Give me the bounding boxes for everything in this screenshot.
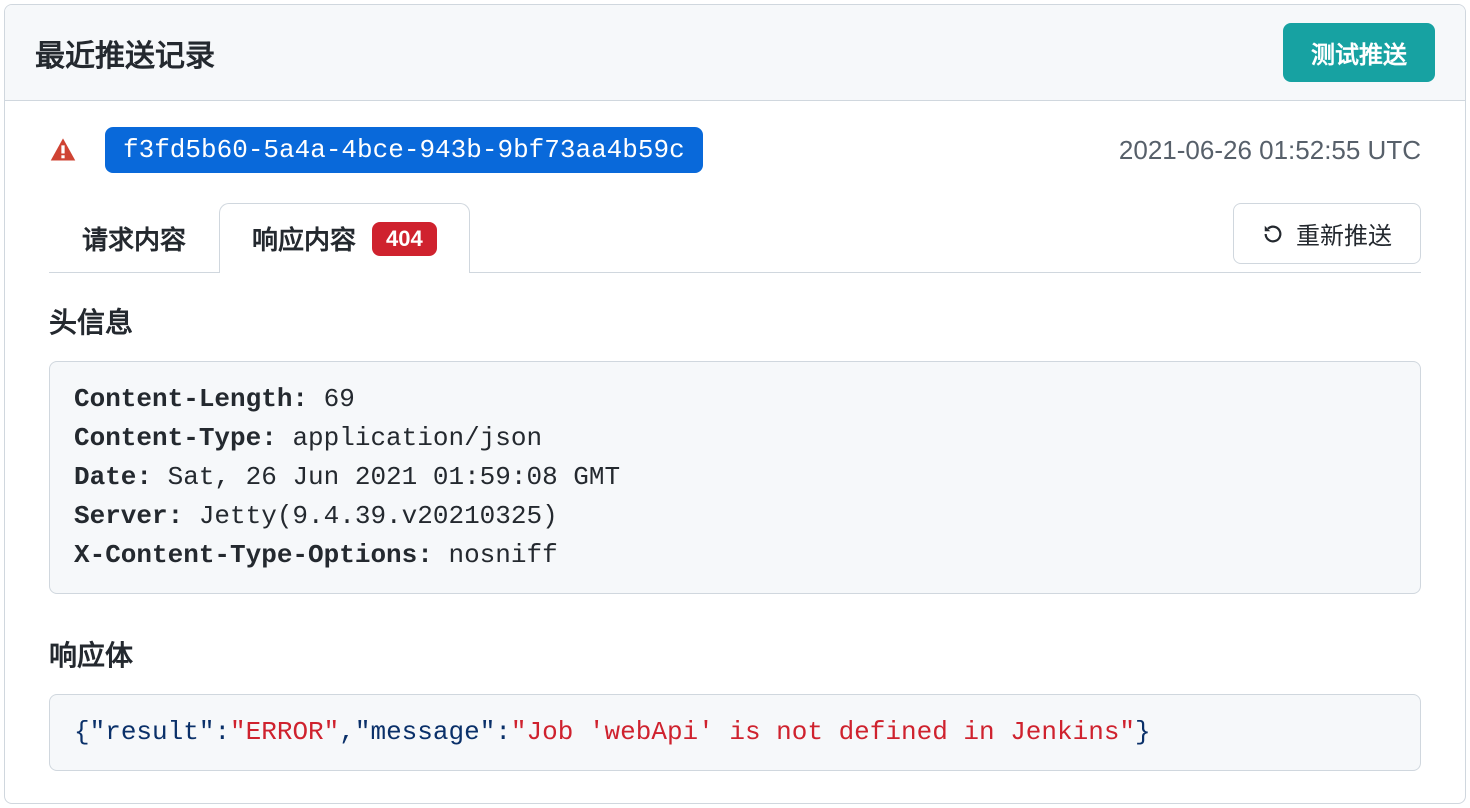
header-value: Sat, 26 Jun 2021 01:59:08 GMT [152, 462, 620, 492]
warning-icon [49, 136, 77, 164]
json-colon: : [214, 717, 230, 747]
tabs-row: 请求内容 响应内容 404 重新推送 [49, 203, 1421, 273]
tab-request[interactable]: 请求内容 [49, 203, 219, 273]
tab-request-label: 请求内容 [82, 220, 186, 257]
redeliver-label: 重新推送 [1296, 216, 1392, 251]
header-key: Server: [74, 501, 183, 531]
json-brace-close: } [1135, 717, 1151, 747]
body-title: 响应体 [49, 634, 1421, 674]
headers-title: 头信息 [49, 301, 1421, 341]
header-key: Content-Type: [74, 423, 277, 453]
json-value-message: "Job 'webApi' is not defined in Jenkins" [511, 717, 1135, 747]
delivery-row: f3fd5b60-5a4a-4bce-943b-9bf73aa4b59c 202… [49, 127, 1421, 173]
headers-box: Content-Length: 69Content-Type: applicat… [49, 361, 1421, 594]
tab-response[interactable]: 响应内容 404 [219, 203, 470, 273]
panel-header: 最近推送记录 测试推送 [5, 5, 1465, 101]
header-line: Date: Sat, 26 Jun 2021 01:59:08 GMT [74, 458, 1396, 497]
redeliver-button[interactable]: 重新推送 [1233, 203, 1421, 264]
header-value: nosniff [433, 540, 558, 570]
panel-title: 最近推送记录 [35, 31, 215, 75]
json-colon: : [495, 717, 511, 747]
header-key: X-Content-Type-Options: [74, 540, 433, 570]
test-push-button[interactable]: 测试推送 [1283, 23, 1435, 82]
delivery-timestamp: 2021-06-26 01:52:55 UTC [1119, 135, 1421, 166]
header-line: X-Content-Type-Options: nosniff [74, 536, 1396, 575]
header-value: application/json [277, 423, 542, 453]
body-box: {"result":"ERROR","message":"Job 'webApi… [49, 694, 1421, 771]
header-key: Date: [74, 462, 152, 492]
json-value-error: "ERROR" [230, 717, 339, 747]
header-key: Content-Length: [74, 384, 308, 414]
header-line: Content-Length: 69 [74, 380, 1396, 419]
header-line: Content-Type: application/json [74, 419, 1396, 458]
status-badge: 404 [372, 222, 437, 256]
header-value: Jetty(9.4.39.v20210325) [183, 501, 557, 531]
json-key-result: "result" [90, 717, 215, 747]
refresh-icon [1262, 223, 1284, 245]
header-value: 69 [308, 384, 355, 414]
header-line: Server: Jetty(9.4.39.v20210325) [74, 497, 1396, 536]
json-brace-open: { [74, 717, 90, 747]
delivery-id-pill[interactable]: f3fd5b60-5a4a-4bce-943b-9bf73aa4b59c [105, 127, 703, 173]
tab-response-label: 响应内容 [252, 220, 356, 257]
json-comma: , [339, 717, 355, 747]
delivery-panel: 最近推送记录 测试推送 f3fd5b60-5a4a-4bce-943b-9bf7… [4, 4, 1466, 804]
panel-body: f3fd5b60-5a4a-4bce-943b-9bf73aa4b59c 202… [5, 101, 1465, 803]
json-key-message: "message" [355, 717, 495, 747]
